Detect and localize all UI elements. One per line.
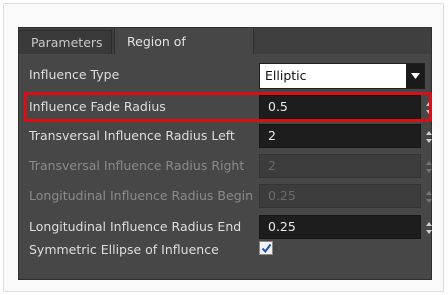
fade-radius-label: Influence Fade Radius [29, 99, 166, 114]
longitudinal-end-label: Longitudinal Influence Radius End [29, 219, 242, 234]
spin-arrows-icon [426, 161, 432, 173]
transversal-left-input[interactable]: 2 [259, 124, 432, 148]
tab-bar: Parameters Region of influence [18, 27, 432, 76]
spin-arrows-icon[interactable] [425, 128, 433, 146]
longitudinal-begin-value: 0.25 [268, 188, 296, 203]
transversal-right-input: 2 [259, 154, 432, 178]
spin-arrows-icon[interactable] [425, 99, 433, 117]
longitudinal-end-input[interactable]: 0.25 [259, 215, 432, 239]
symmetric-ellipse-row: Symmetric Ellipse of Influence [19, 238, 431, 262]
transversal-right-label: Transversal Influence Radius Right [29, 158, 245, 173]
region-of-influence-content: Influence Type Elliptic Influence Fade R… [19, 54, 432, 279]
tab-parameters[interactable]: Parameters [18, 30, 112, 54]
longitudinal-end-row: Longitudinal Influence Radius End 0.25 [19, 215, 432, 239]
transversal-right-row: Transversal Influence Radius Right 2 [19, 154, 432, 178]
influence-type-row: Influence Type Elliptic [19, 63, 431, 89]
tab-parameters-label: Parameters [31, 35, 103, 50]
influence-type-label: Influence Type [29, 67, 120, 82]
symmetric-ellipse-checkbox[interactable] [259, 241, 273, 255]
spin-arrows-icon [426, 191, 432, 203]
fade-radius-value: 0.5 [268, 99, 288, 114]
transversal-left-value: 2 [268, 128, 276, 143]
fade-radius-input[interactable]: 0.5 [259, 95, 432, 119]
longitudinal-begin-row: Longitudinal Influence Radius Begin 0.25 [19, 184, 432, 208]
longitudinal-end-value: 0.25 [268, 219, 296, 234]
longitudinal-begin-input: 0.25 [259, 184, 432, 208]
influence-type-value: Elliptic [265, 68, 307, 83]
spin-arrows-icon[interactable] [425, 219, 433, 237]
transversal-left-label: Transversal Influence Radius Left [29, 128, 235, 143]
fade-radius-row: Influence Fade Radius 0.5 [19, 95, 432, 119]
dropdown-arrow-icon[interactable] [406, 64, 424, 88]
longitudinal-begin-label: Longitudinal Influence Radius Begin [29, 188, 254, 203]
influence-type-select[interactable]: Elliptic [259, 63, 425, 89]
tab-region-of-influence[interactable]: Region of influence [114, 27, 254, 76]
checkmark-icon [261, 243, 272, 254]
transversal-left-row: Transversal Influence Radius Left 2 [19, 124, 432, 148]
symmetric-ellipse-label: Symmetric Ellipse of Influence [29, 242, 219, 257]
transversal-right-value: 2 [268, 158, 276, 173]
